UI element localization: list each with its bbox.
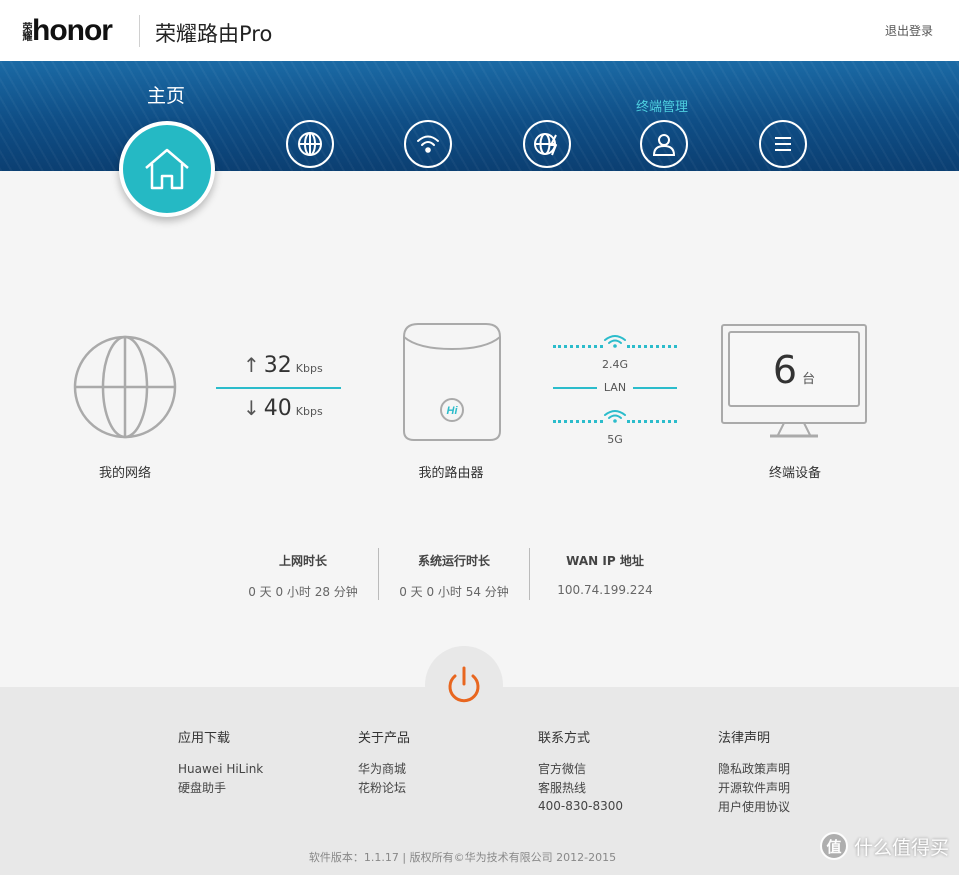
top-bar: 荣耀 honor 荣耀路由Pro 退出登录 <box>0 0 959 61</box>
menu-icon <box>775 137 791 151</box>
watermark: 值 什么值得买 <box>819 832 949 860</box>
footer-link[interactable]: 硬盘助手 <box>178 779 263 798</box>
footer-link[interactable]: 华为商城 <box>358 760 410 779</box>
wifi-5g-dots-left <box>553 420 603 423</box>
stat-value: 100.74.199.224 <box>557 583 653 597</box>
nav-home-label: 主页 <box>147 85 186 107</box>
globe-icon <box>298 132 322 156</box>
router-label: 我的路由器 <box>418 466 484 481</box>
footer-link[interactable]: Huawei HiLink <box>178 760 263 779</box>
lan-label: LAN <box>603 381 627 394</box>
router-icon[interactable]: Hi <box>398 321 506 443</box>
lan-line-left <box>553 387 597 389</box>
footer-col-title: 应用下载 <box>178 731 231 746</box>
nav-terminal-label: 终端管理 <box>636 100 689 115</box>
download-unit: Kbps <box>295 405 323 418</box>
logo-text: honor <box>32 14 113 47</box>
nav-wifi-button[interactable] <box>404 120 452 168</box>
lan-line-right <box>633 387 677 389</box>
logout-link[interactable]: 退出登录 <box>885 22 933 39</box>
title-divider <box>139 15 140 47</box>
footer-col-contact: 联系方式 官方微信 客服热线 400-830-8300 <box>538 727 623 814</box>
nav-more-button[interactable] <box>759 120 807 168</box>
network-label: 我的网络 <box>98 466 151 481</box>
user-icon <box>652 134 676 156</box>
upload-value: 32 <box>263 353 292 378</box>
stat-wan-ip: WAN IP 地址 100.74.199.224 <box>530 552 680 597</box>
nav-smart-button[interactable] <box>523 120 571 168</box>
nav-internet-button[interactable] <box>286 120 334 168</box>
wifi-icon <box>417 135 439 153</box>
wifi-5g-icon <box>604 410 626 423</box>
download-value: 40 <box>263 396 292 421</box>
footer-col-title: 联系方式 <box>538 731 591 746</box>
home-icon <box>145 148 189 190</box>
wifi-24-icon <box>604 335 626 348</box>
nav-home-button[interactable] <box>119 121 215 217</box>
honor-logo: 荣耀 honor <box>18 14 113 48</box>
copyright: 软件版本：1.1.17 | 版权所有©华为技术有限公司 2012-2015 <box>308 851 617 864</box>
upload-speed: ↑ 32 Kbps <box>243 353 323 378</box>
band-24-label: 2.4G <box>601 358 629 371</box>
footer-hotline: 400-830-8300 <box>538 799 624 813</box>
stat-title: 上网时长 <box>278 554 327 568</box>
footer-col-download: 应用下载 Huawei HiLink 硬盘助手 <box>178 727 263 798</box>
stat-value: 0 天 0 小时 28 分钟 <box>248 585 358 599</box>
nav-terminal-button[interactable] <box>640 120 688 168</box>
svg-text:Hi: Hi <box>447 405 459 417</box>
wifi-5g-dots-right <box>627 420 677 423</box>
footer-link[interactable]: 官方微信 <box>538 760 623 779</box>
footer-col-title: 关于产品 <box>358 731 411 746</box>
band-5g-label: 5G <box>607 433 623 446</box>
wifi-24-dots-right <box>627 345 677 348</box>
stat-uptime: 系统运行时长 0 天 0 小时 54 分钟 <box>379 552 529 600</box>
wifi-24-dots-left <box>553 345 603 348</box>
stat-value: 0 天 0 小时 54 分钟 <box>399 585 509 599</box>
globe-lightning-icon <box>534 133 557 156</box>
footer-col-product: 关于产品 华为商城 花粉论坛 <box>358 727 410 798</box>
footer-link[interactable]: 用户使用协议 <box>718 798 790 817</box>
wan-link-line <box>216 387 341 389</box>
footer-link[interactable]: 开源软件声明 <box>718 779 790 798</box>
watermark-text: 什么值得买 <box>853 836 949 859</box>
download-speed: ↓ 40 Kbps <box>243 396 323 421</box>
watermark-badge: 值 <box>819 832 848 860</box>
arrow-down-icon: ↓ <box>243 396 260 420</box>
arrow-up-icon: ↑ <box>243 353 260 377</box>
footer-col-legal: 法律声明 隐私政策声明 开源软件声明 用户使用协议 <box>718 727 790 817</box>
power-icon <box>448 666 480 703</box>
device-count-value: 6 <box>772 348 798 392</box>
footer-link[interactable]: 隐私政策声明 <box>718 760 790 779</box>
app-title: 荣耀路由Pro <box>155 22 273 46</box>
stat-title: WAN IP 地址 <box>566 554 644 568</box>
footer-link[interactable]: 花粉论坛 <box>358 779 410 798</box>
devices-label: 终端设备 <box>768 466 821 481</box>
logo-cn: 荣耀 <box>20 22 31 40</box>
footer-col-title: 法律声明 <box>718 731 771 746</box>
footer-link[interactable]: 客服热线 <box>538 779 623 798</box>
device-count-unit: 台 <box>802 372 816 387</box>
stat-title: 系统运行时长 <box>417 554 490 568</box>
device-count[interactable]: 6 台 <box>720 348 868 392</box>
upload-unit: Kbps <box>295 362 323 375</box>
power-button[interactable] <box>425 646 503 724</box>
network-globe-icon[interactable] <box>72 334 178 440</box>
stat-online-time: 上网时长 0 天 0 小时 28 分钟 <box>228 552 378 600</box>
